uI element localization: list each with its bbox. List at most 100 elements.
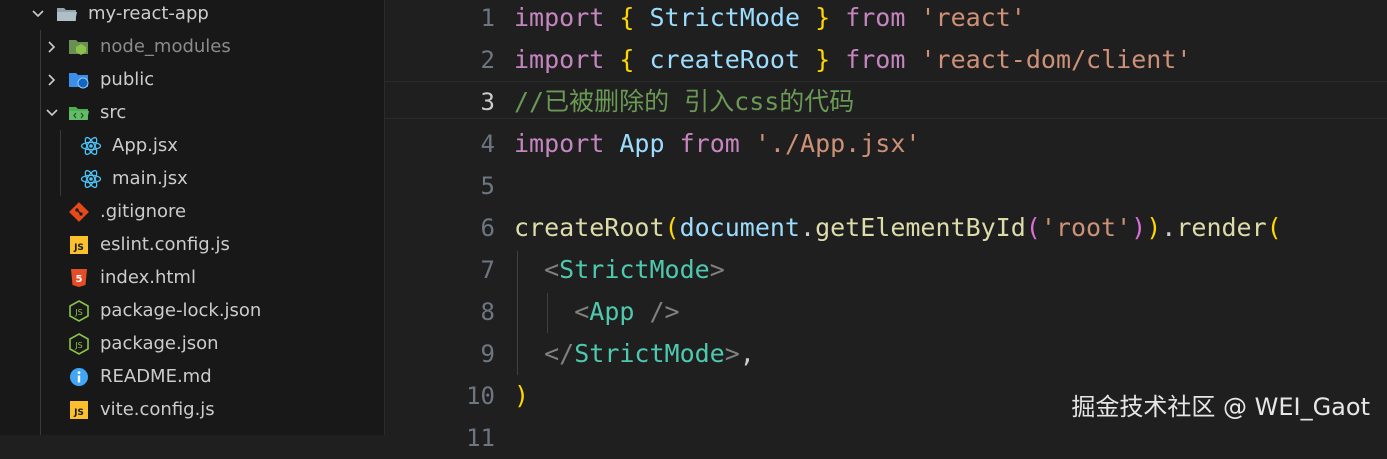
keyword: import xyxy=(514,45,605,74)
keyword: import xyxy=(514,3,605,32)
paren: ( xyxy=(664,213,680,242)
tree-folder-src[interactable]: src xyxy=(0,96,384,129)
tree-folder-node-modules[interactable]: node_modules xyxy=(0,30,384,63)
code-line-4: import App from './App.jsx' xyxy=(514,123,920,165)
tree-label: node_modules xyxy=(100,36,231,57)
keyword: from xyxy=(845,45,906,74)
brace: } xyxy=(815,45,831,74)
git-icon xyxy=(68,201,90,223)
identifier: StrictMode xyxy=(649,3,801,32)
function-name: render xyxy=(1176,213,1267,242)
tree-file-package-lock-json[interactable]: JS package-lock.json xyxy=(0,294,384,327)
paren: ) xyxy=(1146,213,1162,242)
line-number: 7 xyxy=(480,256,495,284)
code-line-6: createRoot(document.getElementById('root… xyxy=(514,207,1282,249)
tag-bracket: < xyxy=(574,297,590,326)
tree-label: package-lock.json xyxy=(100,300,262,321)
jsx-tag: StrictMode xyxy=(559,255,710,284)
paren: ( xyxy=(1025,213,1041,242)
string-literal: './App.jsx' xyxy=(754,129,921,158)
code-line-8: <App /> xyxy=(514,291,680,333)
code-line-10: ) xyxy=(514,375,529,417)
tree-label: App.jsx xyxy=(112,135,178,156)
line-number: 1 xyxy=(480,4,495,32)
keyword: import xyxy=(514,129,605,158)
identifier: document xyxy=(679,213,800,242)
tree-file-main-jsx[interactable]: main.jsx xyxy=(0,162,384,195)
chevron-right-icon[interactable] xyxy=(44,30,60,63)
string-literal: 'react-dom/client' xyxy=(920,45,1192,74)
tree-file-eslint-config[interactable]: JS eslint.config.js xyxy=(0,228,384,261)
tree-label: index.html xyxy=(100,267,196,288)
brace: } xyxy=(815,3,831,32)
code-line-1: import { StrictMode } from 'react' xyxy=(514,0,1026,39)
dot: . xyxy=(1161,213,1177,242)
paren: ) xyxy=(1131,213,1147,242)
paren: ( xyxy=(1266,213,1282,242)
line-number: 11 xyxy=(466,424,495,452)
identifier: createRoot xyxy=(649,45,801,74)
file-explorer: my-react-app node_modules public src App… xyxy=(0,0,385,435)
tree-label: eslint.config.js xyxy=(100,234,230,255)
svg-text:5: 5 xyxy=(76,274,83,285)
tree-file-vite-config[interactable]: JS vite.config.js xyxy=(0,393,384,426)
tag-bracket: < xyxy=(544,255,560,284)
tree-label: vite.config.js xyxy=(100,399,215,420)
jsx-tag: App xyxy=(589,297,635,326)
tag-bracket: </ xyxy=(544,339,575,368)
line-number: 4 xyxy=(480,130,495,158)
tree-folder-my-react-app[interactable]: my-react-app xyxy=(0,0,384,30)
paren: ) xyxy=(514,381,530,410)
tree-folder-public[interactable]: public xyxy=(0,63,384,96)
code-line-2: import { createRoot } from 'react-dom/cl… xyxy=(514,39,1191,81)
tree-file-app-jsx[interactable]: App.jsx xyxy=(0,129,384,162)
comment: //已被删除的 引入css的代码 xyxy=(514,87,855,116)
line-number: 2 xyxy=(480,46,495,74)
keyword: from xyxy=(679,129,740,158)
chevron-down-icon[interactable] xyxy=(30,0,46,30)
line-number-active: 3 xyxy=(480,88,495,116)
tree-label: main.jsx xyxy=(112,168,188,189)
folder-open-icon xyxy=(56,3,78,25)
line-number: 8 xyxy=(480,298,495,326)
code-editor[interactable]: 1 2 3 4 5 6 7 8 9 10 11 import { StrictM… xyxy=(385,0,1387,452)
svg-text:JS: JS xyxy=(74,308,82,317)
tree-label: README.md xyxy=(100,366,212,387)
tree-label: my-react-app xyxy=(88,3,209,24)
function-name: createRoot xyxy=(514,213,665,242)
nodejs-icon: JS xyxy=(68,332,90,355)
string-literal: 'root' xyxy=(1040,213,1132,242)
comma: , xyxy=(739,339,755,368)
tree-file-gitignore[interactable]: .gitignore xyxy=(0,195,384,228)
html5-icon: 5 xyxy=(68,267,90,289)
folder-node-icon xyxy=(68,36,90,58)
code-line-7: <StrictMode> xyxy=(514,249,725,291)
code-line-3: //已被删除的 引入css的代码 xyxy=(514,81,854,123)
brace: { xyxy=(619,3,635,32)
chevron-down-icon[interactable] xyxy=(44,96,60,129)
code-line-9: </StrictMode>, xyxy=(514,333,755,375)
info-icon xyxy=(68,366,90,388)
folder-src-open-icon xyxy=(68,102,90,124)
nodejs-icon: JS xyxy=(68,299,90,322)
svg-text:JS: JS xyxy=(73,408,84,418)
tree-file-index-html[interactable]: 5 index.html xyxy=(0,261,384,294)
string-literal: 'react' xyxy=(920,3,1026,32)
tag-bracket: /> xyxy=(634,297,680,326)
tree-label: src xyxy=(100,102,127,123)
line-number: 6 xyxy=(480,214,495,242)
react-icon xyxy=(80,168,102,190)
keyword: from xyxy=(845,3,906,32)
chevron-right-icon[interactable] xyxy=(44,63,60,96)
tree-label: public xyxy=(100,69,155,90)
tree-file-package-json[interactable]: JS package.json xyxy=(0,327,384,360)
svg-text:JS: JS xyxy=(74,341,82,350)
tree-file-readme[interactable]: README.md xyxy=(0,360,384,393)
tree-label: package.json xyxy=(100,333,219,354)
watermark: 掘金技术社区 @ WEI_Gaot xyxy=(1071,393,1370,421)
tree-label: .gitignore xyxy=(100,201,187,222)
dot: . xyxy=(800,213,816,242)
brace: { xyxy=(619,45,635,74)
svg-text:JS: JS xyxy=(73,243,84,253)
js-icon: JS xyxy=(68,399,90,421)
